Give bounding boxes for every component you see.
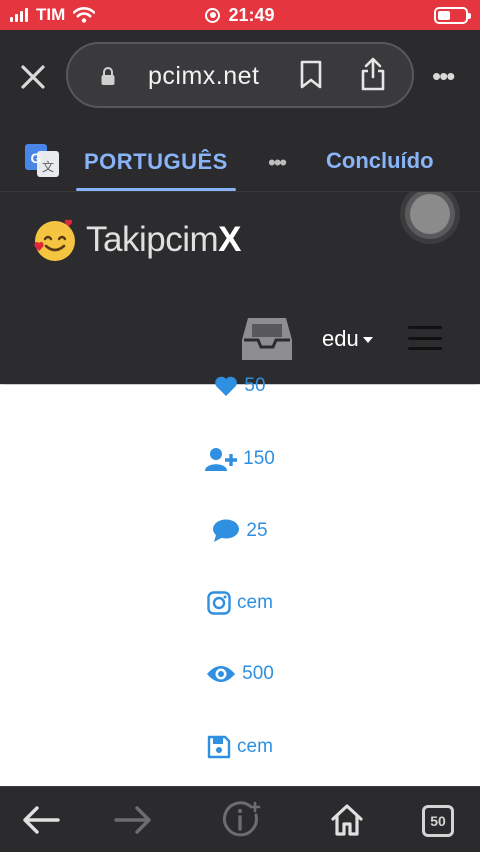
share-icon[interactable] xyxy=(358,56,388,92)
svg-text:G: G xyxy=(31,150,42,166)
user-name: edu xyxy=(322,326,359,351)
status-bar: TIM 21:49 xyxy=(0,0,480,30)
inbox-icon[interactable] xyxy=(240,316,294,362)
chevron-down-icon xyxy=(362,337,373,343)
translate-more-icon[interactable]: ••• xyxy=(268,150,287,176)
forward-arrow-icon[interactable] xyxy=(114,805,152,835)
smiling-face-with-hearts-icon xyxy=(34,219,75,261)
service-stats-list: 50 150 25 cem 500 cem xyxy=(0,375,480,785)
eye-icon xyxy=(207,666,236,682)
svg-text:文: 文 xyxy=(42,159,54,174)
lock-icon xyxy=(101,67,115,85)
save-icon xyxy=(207,735,231,759)
tab-portuguese[interactable]: PORTUGUÊS xyxy=(84,149,228,175)
assistive-touch-button[interactable] xyxy=(398,192,462,246)
hamburger-menu-icon[interactable] xyxy=(408,326,442,350)
translate-bar: G 文 PORTUGUÊS ••• Concluído xyxy=(0,122,480,192)
logo-text: Takipcim xyxy=(86,220,219,259)
home-icon[interactable] xyxy=(330,803,364,837)
google-translate-icon: G 文 xyxy=(25,144,59,177)
active-tab-indicator xyxy=(76,188,236,191)
comment-icon xyxy=(213,519,240,542)
list-item: cem xyxy=(0,591,480,615)
stat-value: 25 xyxy=(246,520,268,541)
site-header: TakipcimX edu xyxy=(0,192,480,384)
battery-icon xyxy=(434,7,471,24)
logo-text-bold: X xyxy=(218,220,241,259)
stat-value: cem xyxy=(237,736,273,757)
stat-value: 150 xyxy=(243,448,275,469)
list-item: 500 xyxy=(0,663,480,685)
status-time: 21:49 xyxy=(228,4,275,25)
heart-icon xyxy=(215,376,238,396)
stat-value: 500 xyxy=(242,663,274,684)
stat-value: 50 xyxy=(244,375,266,396)
list-item: 25 xyxy=(0,519,480,543)
user-plus-icon xyxy=(205,448,238,471)
tabs-count: 50 xyxy=(430,813,446,829)
list-item: 150 xyxy=(0,447,480,471)
screen-record-icon xyxy=(205,7,221,23)
close-icon[interactable] xyxy=(18,62,48,92)
site-logo[interactable]: TakipcimX xyxy=(86,220,241,260)
address-bar[interactable]: pcimx.net xyxy=(66,42,414,108)
browser-toolbar: pcimx.net ••• xyxy=(0,30,480,122)
more-options-icon[interactable]: ••• xyxy=(432,63,455,89)
tabs-count-button[interactable]: 50 xyxy=(422,805,454,837)
page-info-icon[interactable] xyxy=(222,801,262,839)
browser-bottom-toolbar: 50 xyxy=(0,786,480,852)
status-center: 21:49 xyxy=(0,0,480,30)
url-text[interactable]: pcimx.net xyxy=(148,62,259,91)
back-arrow-icon[interactable] xyxy=(22,805,60,835)
bookmark-icon[interactable] xyxy=(298,60,324,90)
instagram-icon xyxy=(207,591,231,615)
list-item: 50 xyxy=(0,375,480,397)
done-button[interactable]: Concluído xyxy=(326,148,434,174)
stat-value: cem xyxy=(237,592,273,613)
user-menu-dropdown[interactable]: edu xyxy=(322,326,373,352)
list-item: cem xyxy=(0,735,480,759)
